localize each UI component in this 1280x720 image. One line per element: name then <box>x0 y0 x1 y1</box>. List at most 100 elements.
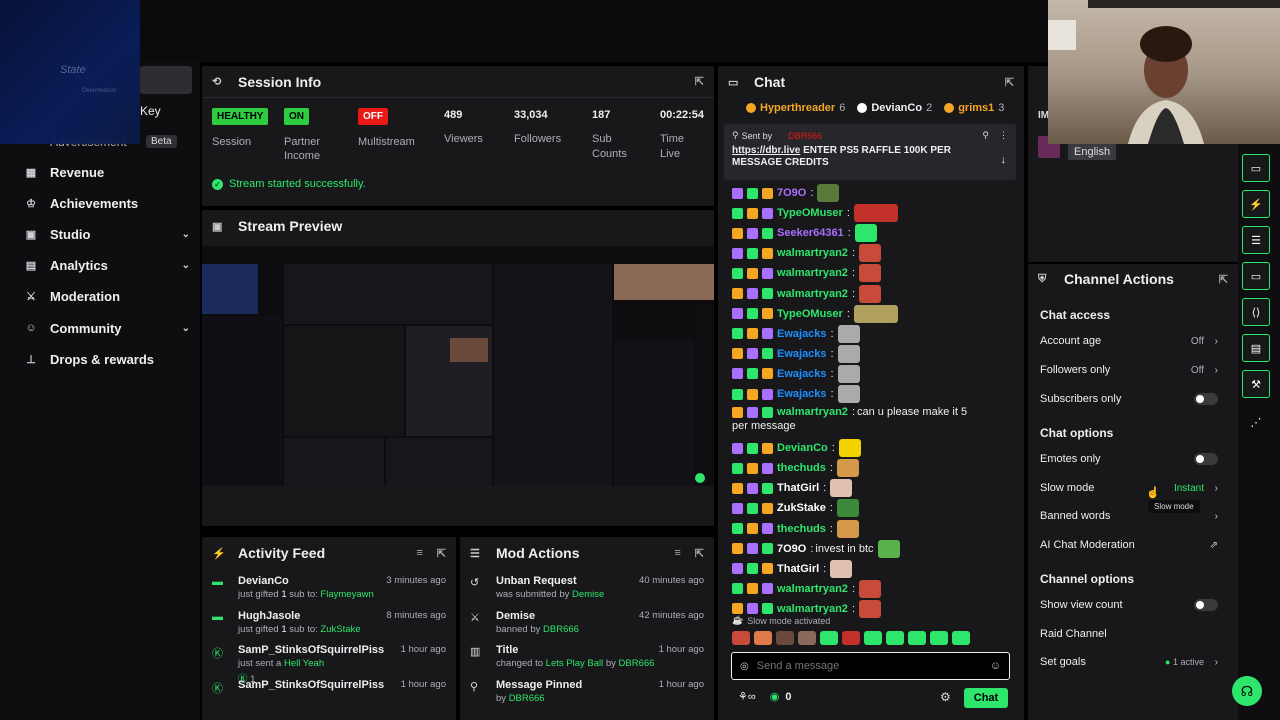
chat-username[interactable]: walmartryan2 <box>777 405 848 419</box>
chat-message[interactable]: walmartryan2: <box>732 264 1012 283</box>
chat-message[interactable]: TypeOMuser: <box>732 204 1012 223</box>
rail-list-icon[interactable]: ☰ <box>1242 226 1270 254</box>
chat-username[interactable]: TypeOMuser <box>777 206 843 220</box>
chat-message[interactable]: Ewajacks: <box>732 364 1012 383</box>
filter-icon[interactable]: ≡ <box>674 547 680 559</box>
activity-row[interactable]: ▬ DevianCo just gifted 1 sub to: Flaymeyaw… <box>212 575 446 600</box>
chevron-down-icon[interactable]: ⌄ <box>182 260 190 271</box>
chat-username[interactable]: TypeOMuser <box>777 307 843 321</box>
chat-message[interactable]: Ewajacks: <box>732 344 1012 363</box>
chat-message[interactable]: walmartryan2: <box>732 579 1012 598</box>
followers-only-row[interactable]: Followers only Off › <box>1040 360 1218 380</box>
stream-preview-video[interactable] <box>202 246 714 486</box>
points-icon[interactable]: ◉ <box>770 690 780 703</box>
rail-more-icon[interactable]: ⋰ <box>1242 408 1270 436</box>
mod-action-target[interactable]: DBR666 <box>619 658 655 669</box>
help-icon[interactable]: ☊ <box>1232 676 1262 706</box>
chat-username[interactable]: Ewajacks <box>777 387 827 401</box>
popout-icon[interactable]: ⇱ <box>695 75 704 88</box>
activity-target[interactable]: Hell Yeah <box>284 658 324 669</box>
sidebar-item-achievements[interactable]: ♔ Achievements <box>24 193 190 213</box>
sidebar-item-studio[interactable]: ▣ Studio ⌄ <box>24 224 190 244</box>
chat-username[interactable]: thechuds <box>777 522 826 536</box>
mod-action-row[interactable]: ⚔ Demise banned by DBR666 42 minutes ago <box>470 610 704 635</box>
chat-message[interactable]: 7O9O: invest in btc <box>732 539 1012 558</box>
rail-lightning-icon[interactable]: ⚡ <box>1242 190 1270 218</box>
account-age-row[interactable]: Account age Off › <box>1040 331 1218 351</box>
emote-picker-icon[interactable]: ◎ <box>740 661 749 672</box>
activity-target[interactable]: ZukStake <box>320 624 360 635</box>
chat-message[interactable]: TypeOMuser: <box>732 304 1012 323</box>
emote-icon[interactable] <box>930 631 948 645</box>
chat-message[interactable]: 7O9O: <box>732 184 1012 202</box>
sidebar-item-key[interactable]: Key <box>140 104 161 118</box>
chat-send-button[interactable]: Chat <box>964 688 1008 708</box>
activity-row[interactable]: Ⓚ SamP_StinksOfSquirrelPiss 1 hour ago <box>212 679 446 695</box>
popout-icon[interactable]: ⇱ <box>695 547 704 560</box>
mod-action-target[interactable]: DBR666 <box>543 624 579 635</box>
emote-icon[interactable] <box>908 631 926 645</box>
chat-username[interactable]: Ewajacks <box>777 367 827 381</box>
emote-icon[interactable] <box>754 631 772 645</box>
chat-username[interactable]: Ewajacks <box>777 327 827 341</box>
chat-username[interactable]: Ewajacks <box>777 347 827 361</box>
sidebar-highlight[interactable] <box>140 66 192 94</box>
chat-message[interactable]: thechuds: <box>732 519 1012 538</box>
chat-message[interactable]: walmartryan2: can u please make it 5 <box>732 405 1012 419</box>
settings-icon[interactable]: ⚙ <box>940 690 951 704</box>
sidebar-item-community[interactable]: ☺ Community ⌄ <box>24 318 190 338</box>
activity-row[interactable]: ▬ HughJasole just gifted 1 sub to: ZukStak… <box>212 610 446 635</box>
ai-chat-moderation-row[interactable]: AI Chat Moderation ⇗ <box>1040 535 1218 555</box>
emote-icon[interactable] <box>732 631 750 645</box>
chat-username[interactable]: walmartryan2 <box>777 602 848 616</box>
chat-username[interactable]: thechuds <box>777 461 826 475</box>
chat-message[interactable]: ThatGirl: <box>732 479 1012 498</box>
rail-session-icon[interactable]: ▭ <box>1242 154 1270 182</box>
emote-icon[interactable] <box>842 631 860 645</box>
chat-message[interactable]: Ewajacks: <box>732 324 1012 343</box>
emotes-only-toggle[interactable] <box>1194 453 1218 465</box>
chat-message[interactable]: thechuds: <box>732 459 1012 478</box>
chat-message[interactable]: Seeker64361: <box>732 224 1012 243</box>
chat-username[interactable]: ZukStake <box>777 501 826 515</box>
view-count-toggle[interactable] <box>1194 599 1218 611</box>
sidebar-item-analytics[interactable]: ▤ Analytics ⌄ <box>24 256 190 276</box>
rail-wrench-icon[interactable]: ⚒ <box>1242 370 1270 398</box>
chat-username[interactable]: walmartryan2 <box>777 287 848 301</box>
chat-message[interactable]: walmartryan2: <box>732 284 1012 303</box>
slow-mode-row[interactable]: Slow mode Instant › <box>1040 478 1218 498</box>
chat-input[interactable] <box>756 660 990 672</box>
banned-words-row[interactable]: Banned words › <box>1040 506 1218 526</box>
chat-username[interactable]: DevianCo <box>777 441 828 455</box>
chat-message[interactable]: ZukStake: <box>732 499 1012 518</box>
emote-icon[interactable] <box>798 631 816 645</box>
chat-username[interactable]: walmartryan2 <box>777 582 848 596</box>
sidebar-item-drops-rewards[interactable]: ⊥ Drops & rewards <box>24 349 190 369</box>
popout-icon[interactable]: ⇱ <box>437 547 446 560</box>
mod-action-row[interactable]: ↺ Unban Request was submitted by Demise 40 … <box>470 575 704 600</box>
chat-username[interactable]: 7O9O <box>777 186 806 200</box>
rail-code-icon[interactable]: ⟨⟩ <box>1242 298 1270 326</box>
share-icon[interactable]: ⚘∞ <box>738 690 756 703</box>
rail-layout-icon[interactable]: ▤ <box>1242 334 1270 362</box>
emote-icon[interactable] <box>820 631 838 645</box>
emote-icon[interactable] <box>952 631 970 645</box>
chevron-down-icon[interactable]: ⌄ <box>182 229 190 240</box>
popout-icon[interactable]: ⇱ <box>1219 273 1228 286</box>
chat-message[interactable]: Ewajacks: <box>732 385 1012 403</box>
rail-chat-icon[interactable]: ▭ <box>1242 262 1270 290</box>
mod-action-row[interactable]: ▥ Title changed to Lets Play Ball by DBR66… <box>470 644 704 669</box>
chat-message[interactable]: ThatGirl: <box>732 559 1012 578</box>
sidebar-item-moderation[interactable]: ⚔ Moderation <box>24 287 190 307</box>
chat-username[interactable]: 7O9O <box>777 542 806 556</box>
emote-icon[interactable] <box>776 631 794 645</box>
sidebar-item-revenue[interactable]: ▦ Revenue <box>24 162 190 182</box>
emote-icon[interactable] <box>864 631 882 645</box>
smiley-icon[interactable]: ☺ <box>990 660 1001 672</box>
chat-username[interactable]: Seeker64361 <box>777 226 844 240</box>
emote-icon[interactable] <box>886 631 904 645</box>
chat-username[interactable]: walmartryan2 <box>777 266 848 280</box>
raid-channel-row[interactable]: Raid Channel <box>1040 624 1218 644</box>
activity-target[interactable]: Flaymeyawn <box>320 589 373 600</box>
chat-message[interactable]: walmartryan2: <box>732 244 1012 263</box>
